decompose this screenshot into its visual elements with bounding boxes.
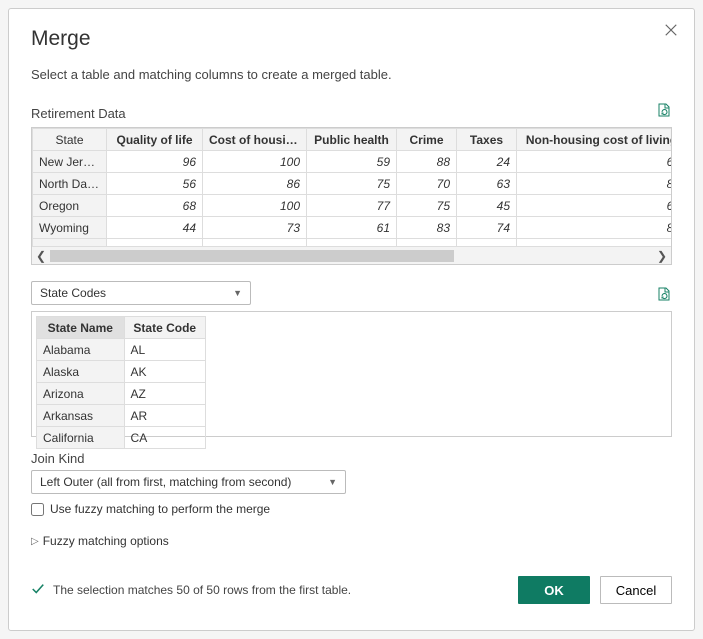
close-icon[interactable] bbox=[664, 23, 678, 40]
chevron-down-icon: ▼ bbox=[328, 477, 337, 487]
table1-label: Retirement Data bbox=[31, 106, 126, 121]
table2-code-cell: AZ bbox=[124, 383, 205, 405]
table1-value-cell: 68 bbox=[517, 151, 672, 173]
table2-name-cell: Arkansas bbox=[37, 405, 125, 427]
table1-value-cell: 44 bbox=[107, 217, 203, 239]
scroll-right-icon[interactable]: ❯ bbox=[653, 247, 671, 265]
table1-column-header[interactable]: Cost of housing bbox=[203, 129, 307, 151]
table1-column-header[interactable]: Taxes bbox=[457, 129, 517, 151]
table1-preview[interactable]: StateQuality of lifeCost of housingPubli… bbox=[31, 127, 672, 265]
refresh-icon[interactable] bbox=[656, 102, 672, 121]
table1-value-cell: 74 bbox=[457, 217, 517, 239]
table1-value-cell: 70 bbox=[397, 173, 457, 195]
table1-value-cell: 24 bbox=[457, 151, 517, 173]
table2-dropdown[interactable]: State Codes ▼ bbox=[31, 281, 251, 305]
table2-name-cell: Arizona bbox=[37, 383, 125, 405]
table1-value-cell: 86 bbox=[203, 173, 307, 195]
table1-state-cell: New Jersey bbox=[33, 151, 107, 173]
triangle-right-icon: ▷ bbox=[31, 536, 39, 547]
table2-name-cell: Alaska bbox=[37, 361, 125, 383]
table-row[interactable] bbox=[33, 239, 672, 247]
scroll-left-icon[interactable]: ❮ bbox=[32, 247, 50, 265]
ok-button[interactable]: OK bbox=[518, 576, 590, 604]
table-row[interactable]: AlabamaAL bbox=[37, 339, 206, 361]
scroll-thumb[interactable] bbox=[50, 250, 454, 262]
table1-value-cell: 75 bbox=[397, 195, 457, 217]
table1-value-cell: 83 bbox=[397, 217, 457, 239]
dialog-subtitle: Select a table and matching columns to c… bbox=[31, 67, 672, 82]
fuzzy-matching-label: Use fuzzy matching to perform the merge bbox=[50, 502, 270, 516]
table2-code-cell: AK bbox=[124, 361, 205, 383]
table2-name-cell: California bbox=[37, 427, 125, 449]
fuzzy-options-label: Fuzzy matching options bbox=[43, 534, 169, 548]
status-text: The selection matches 50 of 50 rows from… bbox=[53, 583, 351, 597]
join-kind-dropdown[interactable]: Left Outer (all from first, matching fro… bbox=[31, 470, 346, 494]
table1-value-cell: 77 bbox=[307, 195, 397, 217]
fuzzy-options-expander[interactable]: ▷ Fuzzy matching options bbox=[31, 534, 672, 548]
table1-value-cell: 80 bbox=[517, 173, 672, 195]
table-row[interactable]: AlaskaAK bbox=[37, 361, 206, 383]
cancel-button[interactable]: Cancel bbox=[600, 576, 672, 604]
table1-value-cell: 88 bbox=[397, 151, 457, 173]
table1-value-cell: 89 bbox=[517, 217, 672, 239]
table1-value-cell: 63 bbox=[457, 173, 517, 195]
join-kind-selected: Left Outer (all from first, matching fro… bbox=[40, 475, 291, 489]
join-kind-label: Join Kind bbox=[31, 451, 672, 466]
table1-value-cell: 100 bbox=[203, 151, 307, 173]
table1-state-cell: North Dakota bbox=[33, 173, 107, 195]
check-icon bbox=[31, 582, 45, 599]
fuzzy-matching-checkbox[interactable] bbox=[31, 503, 44, 516]
table-row[interactable]: ArkansasAR bbox=[37, 405, 206, 427]
horizontal-scrollbar[interactable]: ❮ ❯ bbox=[32, 246, 671, 264]
table-row[interactable]: Oregon6810077754562 bbox=[33, 195, 672, 217]
table1-value-cell: 96 bbox=[107, 151, 203, 173]
table1-value-cell: 75 bbox=[307, 173, 397, 195]
fuzzy-matching-checkbox-row[interactable]: Use fuzzy matching to perform the merge bbox=[31, 502, 672, 516]
table1-value-cell: 68 bbox=[107, 195, 203, 217]
table-row[interactable]: New Jersey9610059882468 bbox=[33, 151, 672, 173]
table2-column-header[interactable]: State Code bbox=[124, 317, 205, 339]
merge-dialog: Merge Select a table and matching column… bbox=[8, 8, 695, 631]
table-row[interactable]: North Dakota568675706380 bbox=[33, 173, 672, 195]
table2-code-cell: AR bbox=[124, 405, 205, 427]
table1-column-header[interactable]: Crime bbox=[397, 129, 457, 151]
scroll-track[interactable] bbox=[50, 250, 653, 262]
table2-column-header[interactable]: State Name bbox=[37, 317, 125, 339]
table2-code-cell: CA bbox=[124, 427, 205, 449]
table1-column-header[interactable]: Non-housing cost of living bbox=[517, 129, 672, 151]
table1-value-cell: 61 bbox=[307, 217, 397, 239]
chevron-down-icon: ▼ bbox=[233, 288, 242, 298]
table2-preview[interactable]: State NameState Code AlabamaALAlaskaAKAr… bbox=[31, 311, 672, 437]
table2-code-cell: AL bbox=[124, 339, 205, 361]
table-row[interactable]: CaliforniaCA bbox=[37, 427, 206, 449]
table1-value-cell: 62 bbox=[517, 195, 672, 217]
table1-column-header[interactable]: Public health bbox=[307, 129, 397, 151]
table1-value-cell: 73 bbox=[203, 217, 307, 239]
refresh-icon[interactable] bbox=[656, 286, 672, 305]
table1-column-header[interactable]: Quality of life bbox=[107, 129, 203, 151]
table2-dropdown-label: State Codes bbox=[40, 286, 106, 300]
table1-value-cell: 56 bbox=[107, 173, 203, 195]
table1-value-cell: 59 bbox=[307, 151, 397, 173]
table-row[interactable]: ArizonaAZ bbox=[37, 383, 206, 405]
dialog-title: Merge bbox=[31, 27, 672, 51]
table1-column-header[interactable]: State bbox=[33, 129, 107, 151]
table2-name-cell: Alabama bbox=[37, 339, 125, 361]
table1-value-cell: 45 bbox=[457, 195, 517, 217]
table1-value-cell: 100 bbox=[203, 195, 307, 217]
table1-state-cell: Oregon bbox=[33, 195, 107, 217]
table1-state-cell: Wyoming bbox=[33, 217, 107, 239]
table-row[interactable]: Wyoming447361837489 bbox=[33, 217, 672, 239]
